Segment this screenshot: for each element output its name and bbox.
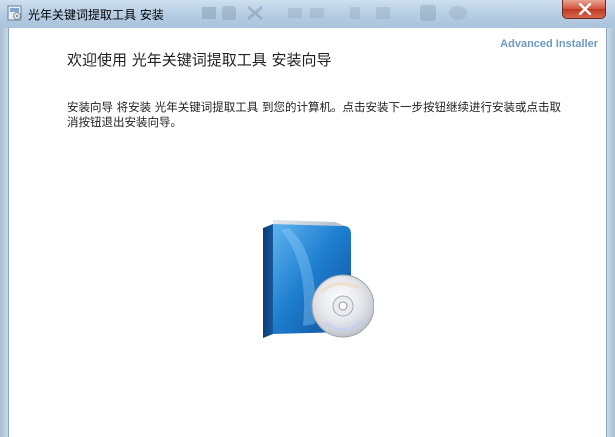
window-frame-left xyxy=(0,28,8,437)
software-box-icon xyxy=(263,220,374,338)
welcome-panel: Advanced Installer 欢迎使用 光年关键词提取工具 安装向导 安… xyxy=(8,28,607,437)
welcome-description: 安装向导 将安装 光年关键词提取工具 到您的计算机。点击安装下一步按钮继续进行安… xyxy=(67,100,561,129)
welcome-heading: 欢迎使用 光年关键词提取工具 安装向导 xyxy=(67,51,332,69)
window-title: 光年关键词提取工具 安装 xyxy=(28,8,164,22)
brand-label: Advanced Installer xyxy=(500,38,598,50)
close-button[interactable] xyxy=(562,0,606,19)
window-frame-right xyxy=(607,28,615,437)
installer-window: 光年关键词提取工具 安装 Advanced Installer 欢迎使用 光年关… xyxy=(0,0,615,437)
installer-app-icon xyxy=(7,5,22,21)
background-toolbar-ghost xyxy=(202,5,467,21)
title-bar[interactable]: 光年关键词提取工具 安装 xyxy=(0,0,615,28)
close-icon xyxy=(578,3,592,15)
